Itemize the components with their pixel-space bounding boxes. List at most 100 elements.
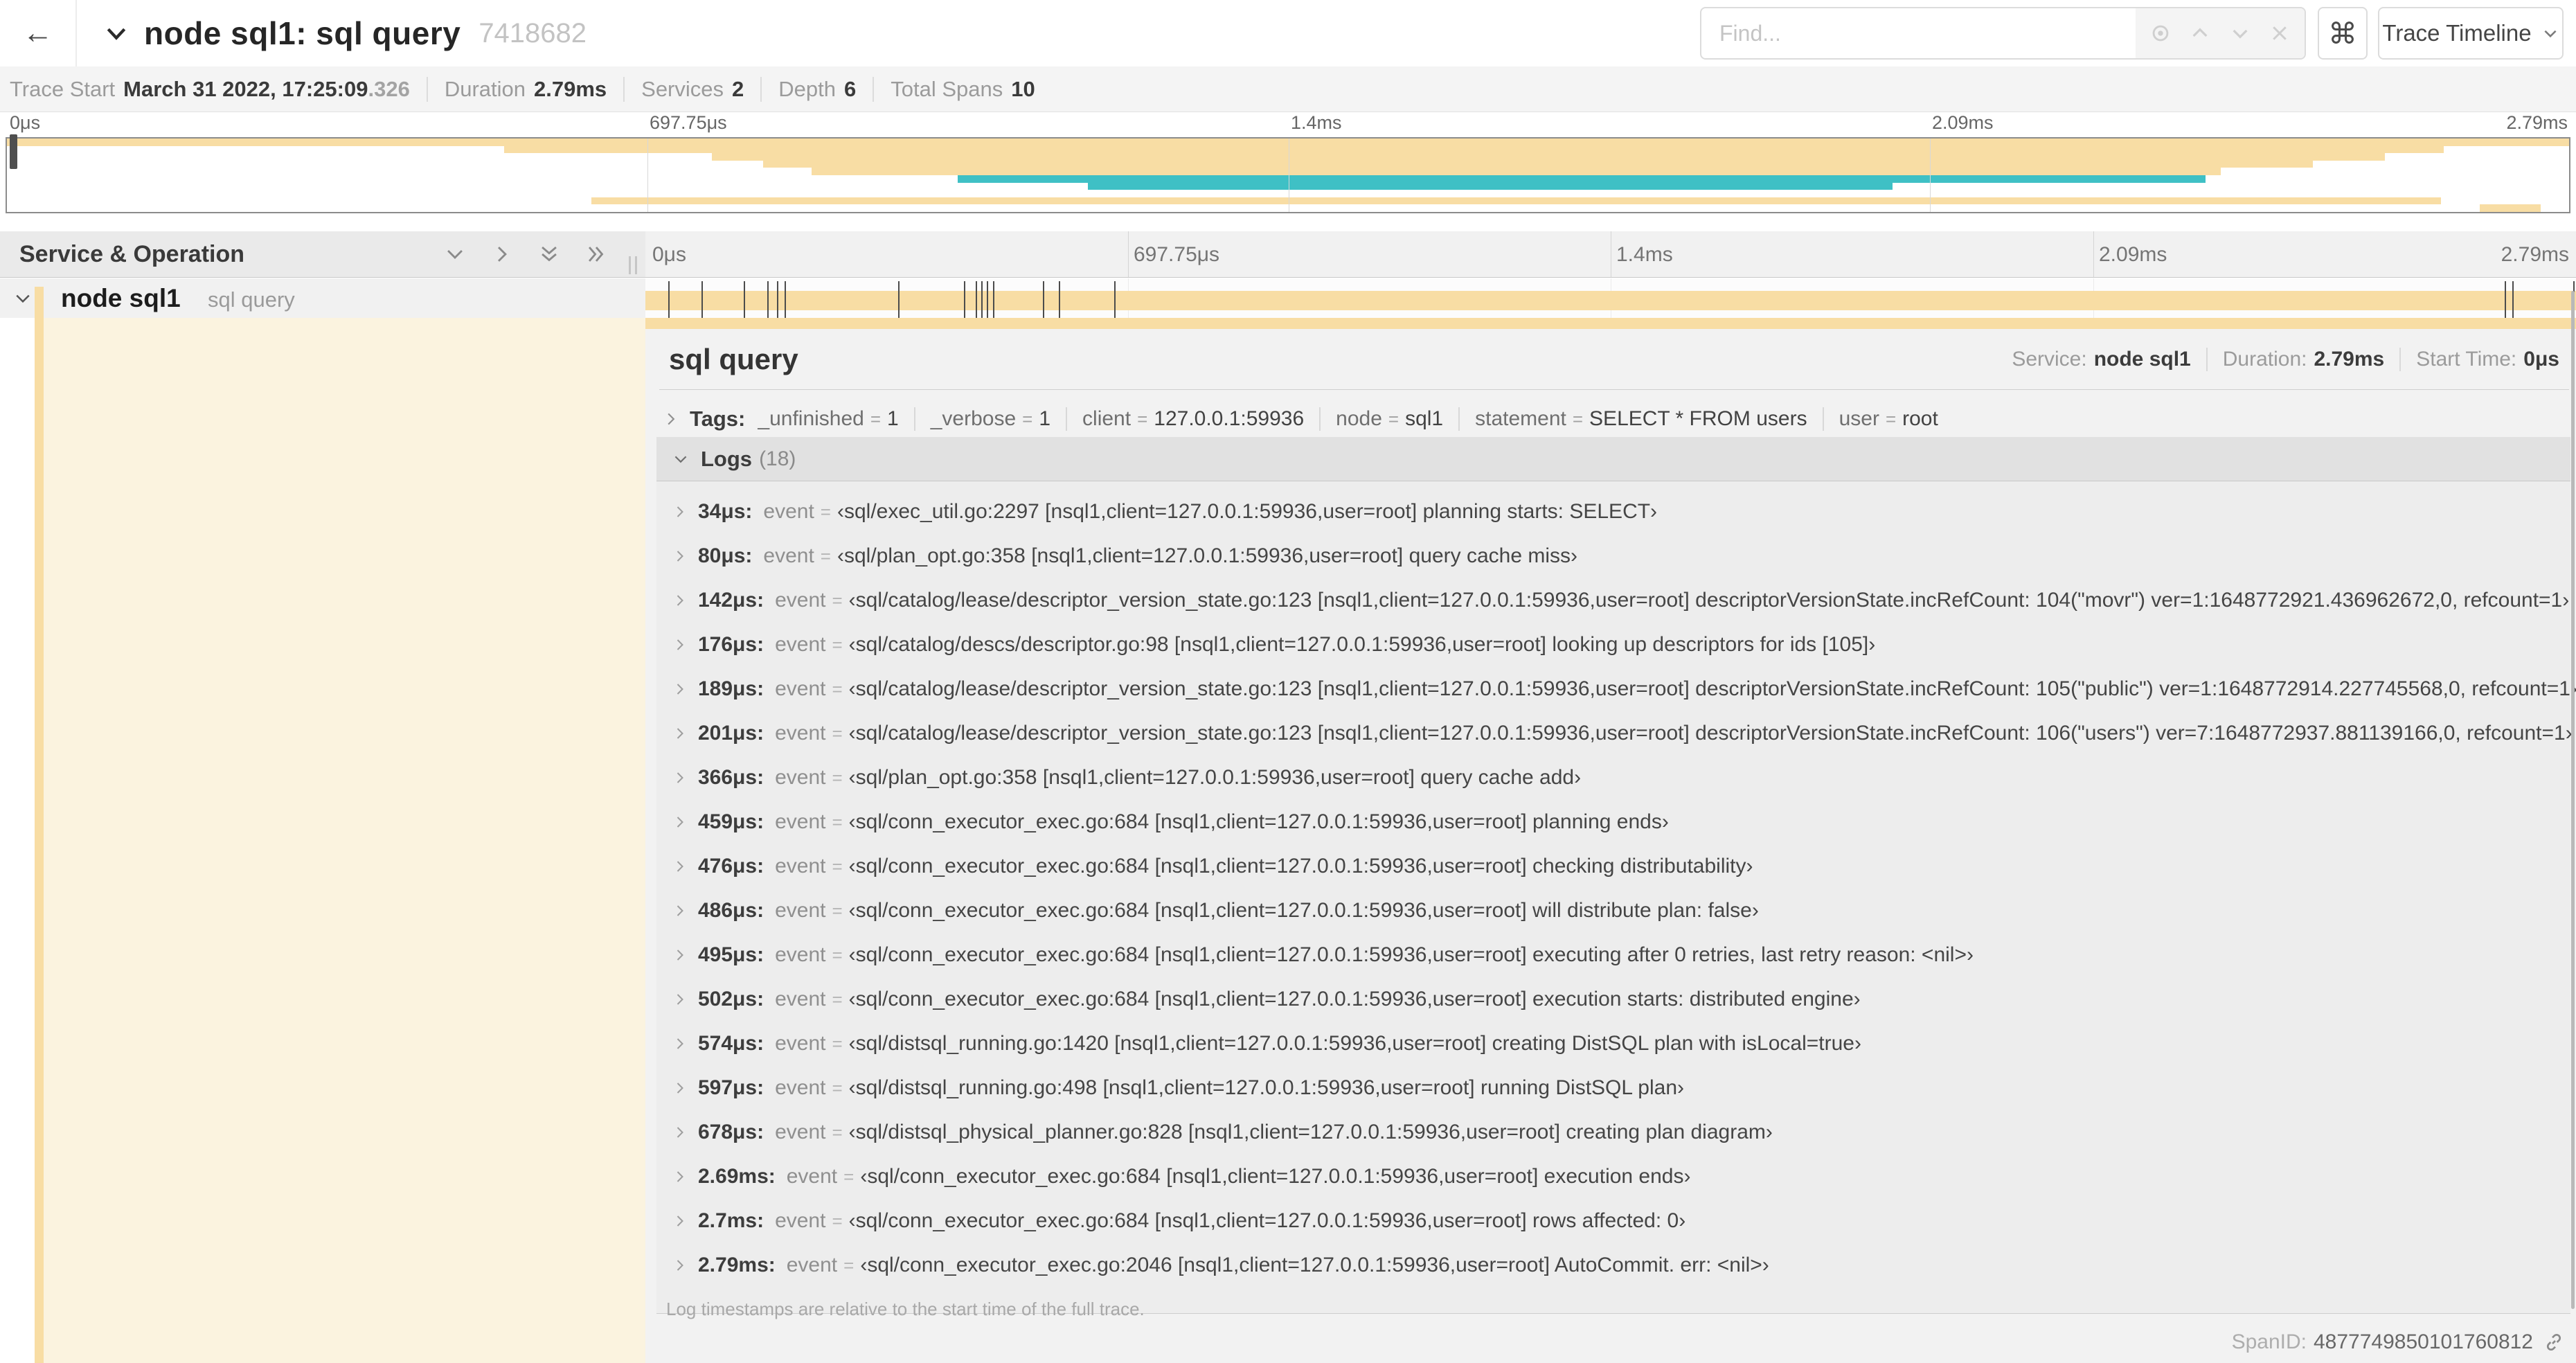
logs-count: (18) [759,447,796,470]
chevron-down-icon [2541,24,2559,42]
tag-item: statement = SELECT * FROM users [1458,407,1807,431]
span-name-cell[interactable]: node sql1 sql query [0,278,645,318]
chevron-right-icon [672,681,688,697]
collapse-one-icon[interactable] [443,242,467,266]
trace-summary-bar: Trace Start March 31 2022, 17:25:09 .326… [0,66,2576,112]
ruler-tick-label: 697.75μs [650,112,727,133]
collapse-all-icon[interactable] [537,242,561,266]
log-event-tick [964,281,966,319]
span-id-row: SpanID: 4877749850101760812 [2232,1330,2565,1354]
ruler-tick-label: 2.79ms [2501,243,2569,266]
timeline-column-header: Service & Operation 0μs 697.75μs 1.4ms 2… [0,231,2576,278]
chevron-right-icon [672,725,688,742]
log-entry-row[interactable]: 597μs: event = ‹sql/distsql_running.go:4… [656,1066,2570,1110]
trace-id: 7418682 [478,17,587,48]
chevron-right-icon [672,991,688,1008]
detail-header: sql query Service: node sql1 Duration: 2… [659,329,2569,390]
log-entry-row[interactable]: 142μs: event = ‹sql/catalog/lease/descri… [656,578,2570,623]
detail-accent-fill [44,318,645,1363]
detail-meta-item: Service: node sql1 [2012,347,2191,371]
log-entry-row[interactable]: 366μs: event = ‹sql/plan_opt.go:358 [nsq… [656,756,2570,800]
log-event-tick [784,281,786,319]
log-entry-row[interactable]: 80μs: event = ‹sql/plan_opt.go:358 [nsql… [656,534,2570,578]
view-selector-button[interactable]: Trace Timeline [2378,7,2564,60]
detail-row-left-column [0,318,645,1363]
log-event-tick [1114,281,1116,319]
chevron-down-icon[interactable] [102,19,130,47]
find-input[interactable] [1701,8,2136,58]
clear-search-icon[interactable] [2264,18,2295,48]
chevron-right-icon [672,1035,688,1052]
tag-item: _unfinished = 1 [758,407,899,430]
chevron-down-icon [672,450,690,468]
log-event-tick [701,281,703,319]
next-match-icon[interactable] [2225,18,2255,48]
keyboard-shortcuts-button[interactable]: ⌘ [2318,7,2368,60]
log-entry-row[interactable]: 502μs: event = ‹sql/conn_executor_exec.g… [656,977,2570,1022]
chevron-right-icon [672,769,688,786]
log-event-tick [987,281,989,319]
back-button[interactable]: ← [0,0,77,66]
minimap-gridline [647,139,648,212]
log-entry-row[interactable]: 2.79ms: event = ‹sql/conn_executor_exec.… [656,1243,2570,1288]
tags-row[interactable]: Tags: _unfinished = 1 _verbose = 1 clien… [659,400,2569,438]
log-entry-row[interactable]: 2.7ms: event = ‹sql/conn_executor_exec.g… [656,1199,2570,1243]
detail-meta: Service: node sql1 Duration: 2.79ms Star… [2012,347,2559,371]
log-entry-row[interactable]: 189μs: event = ‹sql/catalog/lease/descri… [656,667,2576,711]
detail-operation-title: sql query [669,342,798,375]
minimap-span-bar [7,139,2569,146]
detail-meta-item: Duration: 2.79ms [2206,347,2384,371]
minimap-ruler: 0μs 697.75μs 1.4ms 2.09ms 2.79ms [6,111,2570,136]
log-event-tick [767,281,769,319]
log-entry-row[interactable]: 486μs: event = ‹sql/conn_executor_exec.g… [656,889,2570,933]
ruler-tick-label: 2.09ms [2099,243,2167,266]
expand-all-icon[interactable] [584,242,608,266]
minimap-scrubber-handle[interactable] [10,134,17,169]
chevron-right-icon [672,1168,688,1185]
chevron-right-icon [672,947,688,963]
expand-one-icon[interactable] [490,242,514,266]
log-entry-row[interactable]: 495μs: event = ‹sql/conn_executor_exec.g… [656,933,2570,977]
minimap-span-bar [1088,182,1893,190]
vertical-scrollbar[interactable] [2571,291,2575,1309]
focus-target-icon[interactable] [2145,18,2176,48]
log-event-tick [981,281,983,319]
chevron-right-icon [672,592,688,609]
summary-item: Trace Start March 31 2022, 17:25:09 .326 [10,76,410,101]
ruler-gridline [2093,231,2094,277]
log-entry-row[interactable]: 476μs: event = ‹sql/conn_executor_exec.g… [656,844,2570,889]
column-resizer-grip[interactable] [629,256,637,274]
logs-header[interactable]: Logs (18) [656,437,2570,481]
log-entry-row[interactable]: 176μs: event = ‹sql/catalog/descs/descri… [656,623,2570,667]
tag-item: node = sql1 [1319,407,1443,431]
log-event-tick [898,281,900,319]
detail-accent-strip [35,318,44,1363]
chevron-right-icon [672,814,688,830]
ruler-tick-label: 1.4ms [1291,112,1342,133]
arrow-left-icon: ← [22,16,53,50]
prev-match-icon[interactable] [2185,18,2215,48]
trace-minimap[interactable] [6,134,2570,213]
top-bar: ← node sql1: sql query 7418682 Find... ⌘… [0,0,2576,66]
log-entry-row[interactable]: 2.69ms: event = ‹sql/conn_executor_exec.… [656,1155,2570,1199]
span-id-label: SpanID: [2231,1330,2307,1353]
log-entry-row[interactable]: 34μs: event = ‹sql/exec_util.go:2297 [ns… [656,490,2570,534]
minimap-span-bar [811,168,2221,175]
log-entry-row[interactable]: 678μs: event = ‹sql/distsql_physical_pla… [656,1110,2570,1155]
span-service-name: node sql1 [61,284,181,312]
deep-link-icon[interactable] [2543,1331,2565,1353]
tag-list: _unfinished = 1 _verbose = 1 client = 12… [758,407,1938,431]
log-entry-row[interactable]: 459μs: event = ‹sql/conn_executor_exec.g… [656,800,2570,844]
span-detail-panel: sql query Service: node sql1 Duration: 2… [645,318,2576,1363]
log-event-tick [992,281,994,319]
chevron-right-icon [672,636,688,653]
minimap-span-bar [762,160,2313,168]
log-entry-row[interactable]: 201μs: event = ‹sql/catalog/lease/descri… [656,711,2573,756]
span-operation-name: sql query [208,287,295,312]
minimap-gridline [1930,139,1931,212]
log-entry-row[interactable]: 574μs: event = ‹sql/distsql_running.go:1… [656,1022,2570,1066]
detail-span-bar [645,318,2576,329]
log-event-tick [776,281,778,319]
chevron-down-icon[interactable] [12,288,33,309]
span-duration-bar[interactable] [645,281,2576,319]
